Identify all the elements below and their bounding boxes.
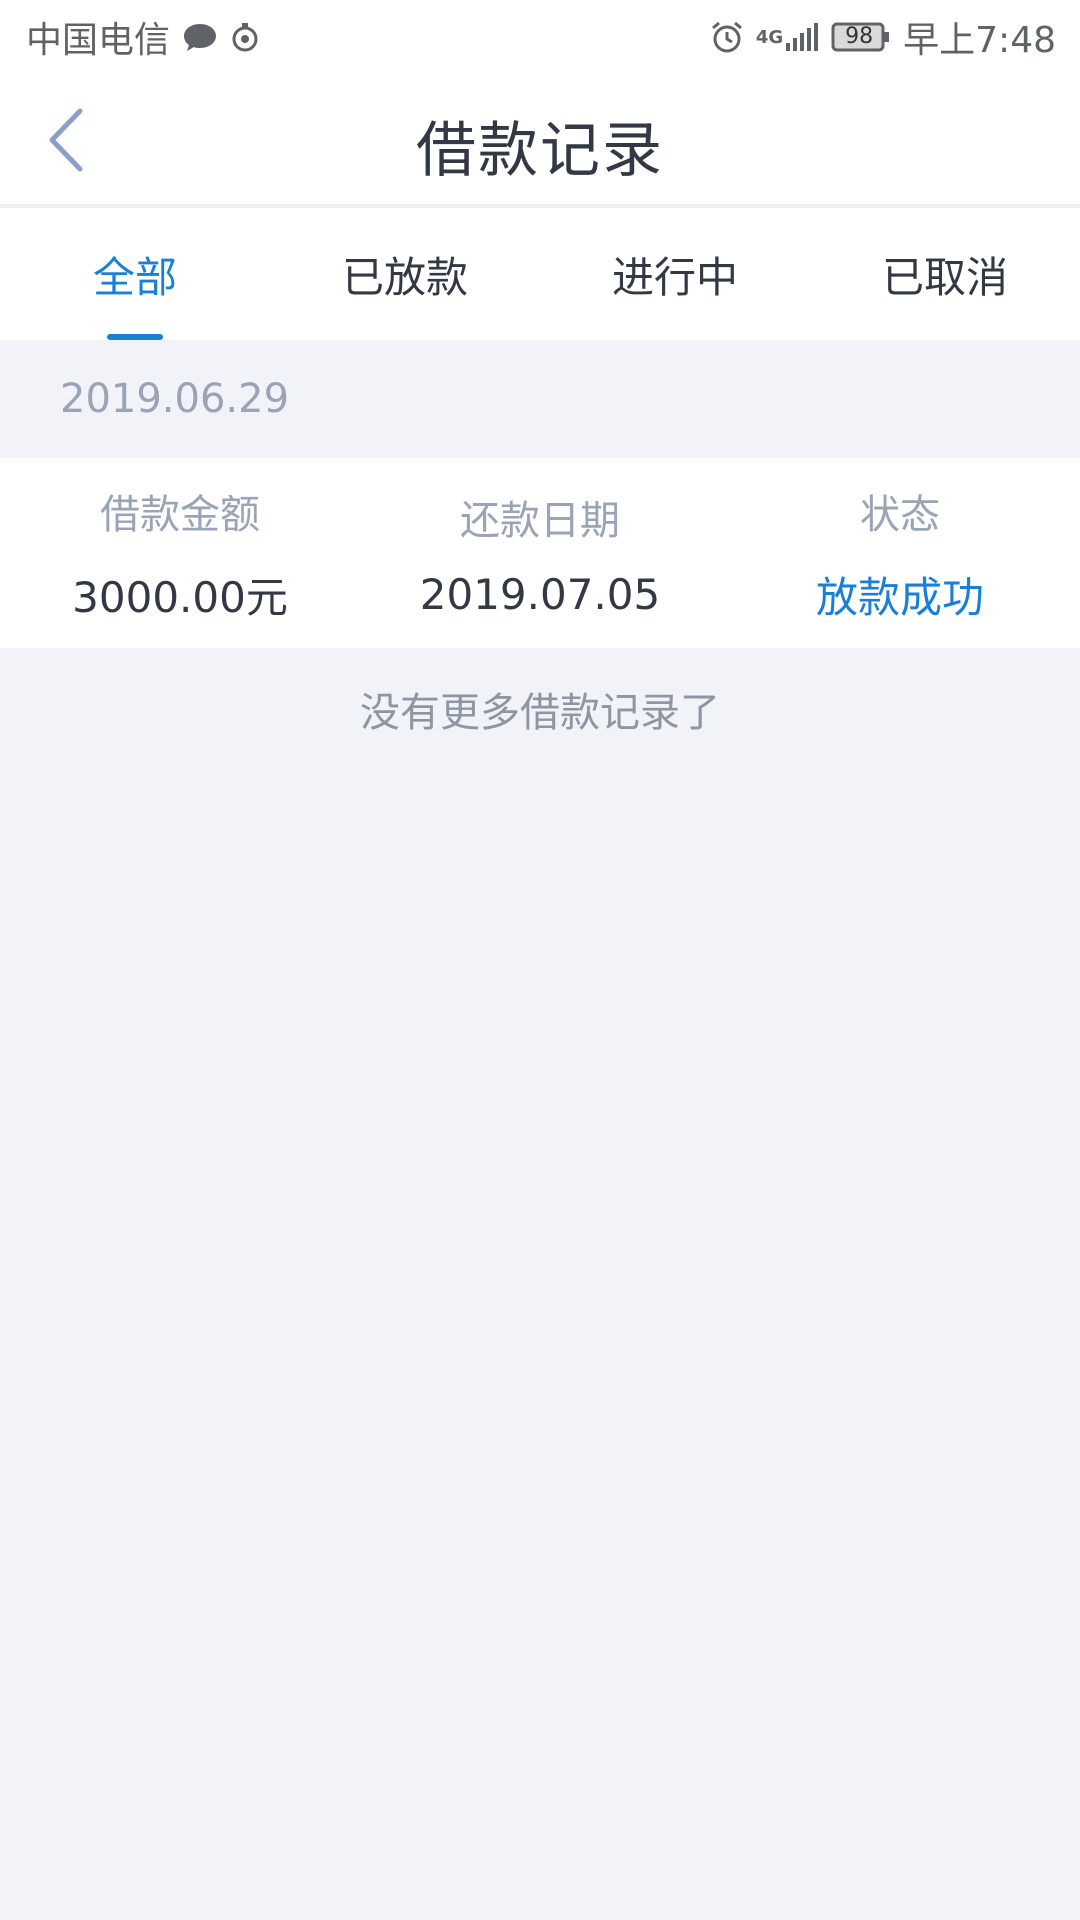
battery-icon: 98 <box>831 21 891 53</box>
tab-label: 已取消 <box>881 252 1008 302</box>
record-date: 2019.06.29 <box>60 376 290 422</box>
no-more-records-text: 没有更多借款记录了 <box>360 690 720 736</box>
filter-tabs: 全部 已放款 进行中 已取消 <box>0 208 1080 340</box>
repayment-date-label: 还款日期 <box>460 497 620 544</box>
loan-amount-field: 借款金额 3000.00元 <box>30 458 330 648</box>
nav-bar: 借款记录 <box>0 74 1080 204</box>
status-bar: 中国电信 4G 98 早上7:48 <box>0 0 1080 74</box>
tab-all[interactable]: 全部 <box>0 208 270 340</box>
battery-level: 98 <box>845 24 874 49</box>
record-date-header: 2019.06.29 <box>0 340 1080 458</box>
status-bar-right: 4G 98 早上7:48 <box>710 11 1056 63</box>
status-field: 状态 放款成功 <box>750 458 1050 648</box>
tab-label: 全部 <box>92 252 177 302</box>
loan-amount-value: 3000.00元 <box>72 572 288 622</box>
tab-in-progress[interactable]: 进行中 <box>540 208 810 340</box>
loan-amount-label: 借款金额 <box>100 491 260 538</box>
tab-disbursed[interactable]: 已放款 <box>270 208 540 340</box>
repayment-date-value: 2019.07.05 <box>419 569 661 619</box>
target-icon <box>230 21 260 53</box>
network-type: 4G <box>755 26 784 48</box>
alarm-icon <box>710 20 744 54</box>
clock: 早上7:48 <box>903 20 1056 61</box>
tab-label: 进行中 <box>611 252 738 302</box>
tab-label: 已放款 <box>341 252 468 302</box>
loan-record-card[interactable]: 借款金额 3000.00元 还款日期 2019.07.05 状态 放款成功 <box>0 458 1080 648</box>
carrier-name: 中国电信 <box>26 20 171 61</box>
signal-icon: 4G <box>756 21 819 53</box>
status-bar-left: 中国电信 <box>26 11 260 63</box>
status-label: 状态 <box>860 491 940 538</box>
repayment-date-field: 还款日期 2019.07.05 <box>390 458 690 648</box>
page-title: 借款记录 <box>416 116 664 186</box>
message-bubble-icon <box>182 21 218 53</box>
status-value: 放款成功 <box>815 572 984 622</box>
tab-cancelled[interactable]: 已取消 <box>810 208 1080 340</box>
